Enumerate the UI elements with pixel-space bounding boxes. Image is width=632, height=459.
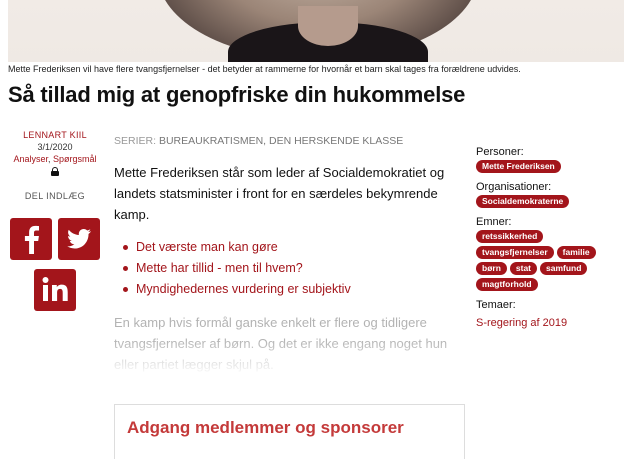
category-list: Analyser, Spørgsmål xyxy=(0,154,110,164)
topic-tag[interactable]: tvangsfjernelser xyxy=(476,246,554,259)
linkedin-icon xyxy=(42,277,68,301)
category-link-analyser[interactable]: Analyser xyxy=(13,154,48,164)
linkedin-share-button[interactable] xyxy=(34,269,76,311)
twitter-icon xyxy=(67,229,91,249)
series-link[interactable]: BUREAUKRATISMEN, DEN HERSKENDE KLASSE xyxy=(159,135,403,147)
topic-tag[interactable]: familie xyxy=(556,246,596,259)
article-bullet-list: Det værste man kan gøre Mette har tillid… xyxy=(120,237,470,300)
themes-label: Temaer: xyxy=(476,299,516,311)
series-line: SERIER: BUREAUKRATISMEN, DEN HERSKENDE K… xyxy=(114,135,403,147)
topic-tag[interactable]: børn xyxy=(476,262,507,275)
twitter-share-button[interactable] xyxy=(58,218,100,260)
bullet-link[interactable]: Myndighedernes vurdering er subjektiv xyxy=(120,279,470,300)
organisations-label: Organisationer: xyxy=(476,181,552,193)
organisations-group: Organisationer: Socialdemokraterne xyxy=(476,181,632,208)
persons-group: Personer: Mette Frederiksen xyxy=(476,146,632,173)
taxonomy-sidebar: Personer: Mette Frederiksen Organisation… xyxy=(476,146,632,339)
bullet-link[interactable]: Mette har tillid - men til hvem? xyxy=(120,258,470,279)
organisation-tag[interactable]: Socialdemokraterne xyxy=(476,195,570,208)
person-tag[interactable]: Mette Frederiksen xyxy=(476,160,561,173)
topics-group: Emner: retssikkerhed tvangsfjernelser fa… xyxy=(476,216,632,291)
publish-date: 3/1/2020 xyxy=(37,142,73,152)
article-meta: LENNART KIIL 3/1/2020 Analyser, Spørgsmå… xyxy=(0,130,110,201)
themes-group: Temaer: S-regering af 2019 xyxy=(476,299,632,331)
article-lead: Mette Frederiksen står som leder af Soci… xyxy=(114,165,445,222)
category-link-spoergsmaal[interactable]: Spørgsmål xyxy=(53,154,97,164)
persons-label: Personer: xyxy=(476,146,524,158)
topic-tag[interactable]: magtforhold xyxy=(476,278,538,291)
bullet-link[interactable]: Det værste man kan gøre xyxy=(120,237,470,258)
lock-icon xyxy=(51,167,59,176)
topic-tag[interactable]: samfund xyxy=(540,262,588,275)
facebook-icon xyxy=(24,225,39,254)
theme-link[interactable]: S-regering af 2019 xyxy=(476,317,567,329)
facebook-share-button[interactable] xyxy=(10,218,52,260)
portrait-neck xyxy=(298,6,358,46)
topic-tag[interactable]: stat xyxy=(509,262,538,275)
series-label: SERIER: xyxy=(114,135,157,147)
paywall-heading: Adgang medlemmer og sponsorer xyxy=(127,418,404,437)
author-link[interactable]: LENNART KIIL xyxy=(0,130,110,140)
topics-label: Emner: xyxy=(476,216,512,228)
hero-image xyxy=(8,0,624,62)
article-title: Så tillad mig at genopfriske din hukomme… xyxy=(8,82,466,107)
preview-fade-overlay xyxy=(110,340,470,374)
image-caption: Mette Frederiksen vil have flere tvangsf… xyxy=(8,64,521,74)
topic-tag[interactable]: retssikkerhed xyxy=(476,230,544,243)
paywall-box: Adgang medlemmer og sponsorer xyxy=(114,404,465,459)
share-label: DEL INDLÆG xyxy=(24,191,86,201)
